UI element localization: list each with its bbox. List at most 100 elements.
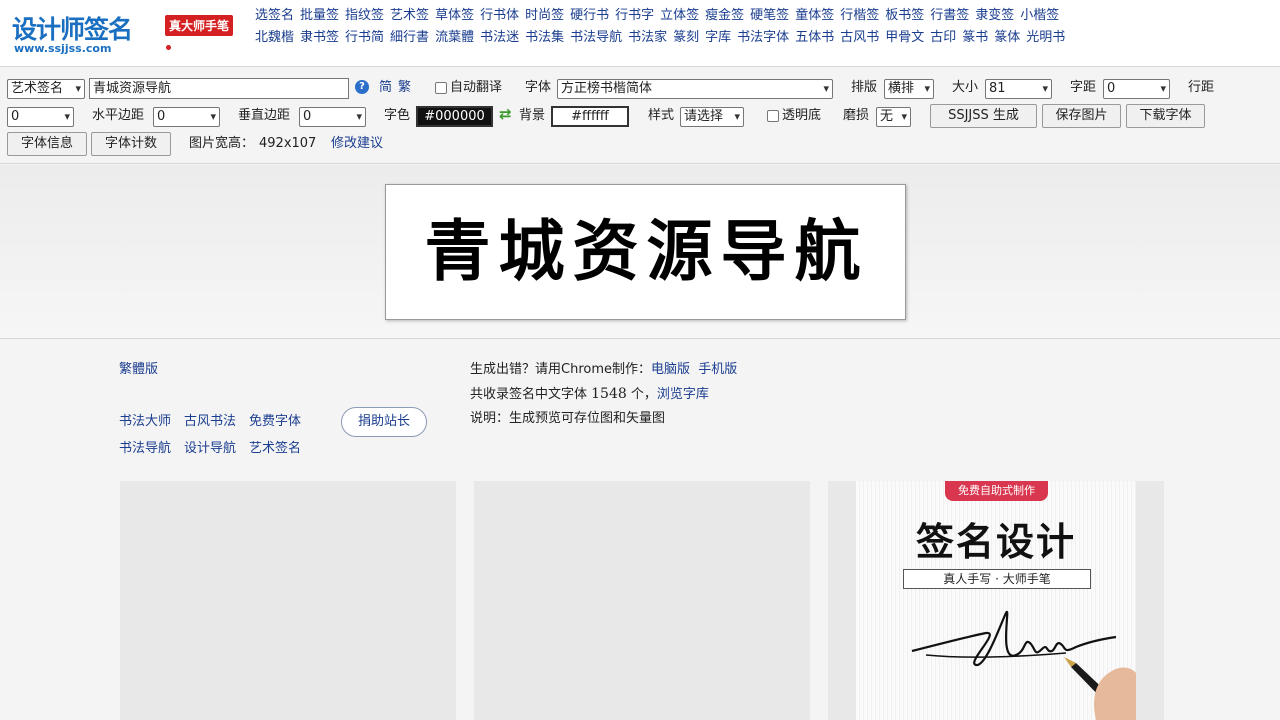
nav-link[interactable]: 草体签: [435, 5, 474, 27]
nav-link[interactable]: 細行書: [390, 27, 429, 49]
save-image-button[interactable]: 保存图片: [1042, 104, 1121, 128]
font-select[interactable]: 方正榜书楷简体: [557, 79, 833, 99]
background-color-input[interactable]: #ffffff: [551, 106, 629, 127]
quick-link[interactable]: 书法大师: [119, 414, 171, 429]
quick-link[interactable]: 免费字体: [249, 414, 301, 429]
quick-link[interactable]: 古风书法: [184, 414, 236, 429]
traditional-version-link[interactable]: 繁體版: [119, 360, 158, 380]
background-label: 背景: [519, 108, 546, 123]
nav-link[interactable]: 板书签: [885, 5, 924, 27]
signature-preview[interactable]: 青城资源导航: [385, 184, 906, 320]
text-color-input[interactable]: #000000: [416, 106, 493, 127]
mobile-version-link[interactable]: 手机版: [698, 362, 737, 377]
traditional-link[interactable]: 繁: [398, 78, 411, 98]
links-row-1: 书法大师 古风书法 免费字体: [119, 412, 314, 432]
nav-link[interactable]: 书法家: [628, 27, 667, 49]
spacing-label: 字距: [1070, 80, 1097, 95]
font-count-line: 共收录签名中文字体 1548 个，浏览字库: [470, 384, 709, 405]
hmargin-label: 水平边距: [92, 108, 145, 123]
quick-link[interactable]: 设计导航: [184, 441, 236, 456]
auto-translate-checkbox[interactable]: [435, 82, 447, 94]
hmargin-select[interactable]: 0: [153, 107, 220, 127]
spacing-select[interactable]: 0: [1103, 79, 1170, 99]
quick-link[interactable]: 书法导航: [119, 441, 171, 456]
preview-area: 青城资源导航: [0, 165, 1280, 339]
logo-text: 设计师签名: [12, 15, 133, 44]
vmargin-select[interactable]: 0: [299, 107, 366, 127]
nav-link[interactable]: 书法导航: [570, 27, 622, 49]
nav-link[interactable]: 流葉體: [435, 27, 474, 49]
nav-link[interactable]: 行书体: [480, 5, 519, 27]
nav-link[interactable]: 瘦金签: [705, 5, 744, 27]
signature-type-select[interactable]: 艺术签名: [7, 79, 85, 99]
font-count-button[interactable]: 字体计数: [91, 132, 171, 156]
ad-title: 签名设计: [915, 519, 1076, 564]
signature-design-ad[interactable]: 免费自助式制作 签名设计 真人手写 · 大师手笔: [856, 481, 1136, 720]
site-logo[interactable]: 设计师签名 真大师手笔 www.ssjjss.com: [10, 8, 246, 60]
logo-url: www.ssjjss.com: [14, 42, 112, 55]
nav-link[interactable]: 篆刻: [673, 27, 699, 49]
size-select[interactable]: 81: [985, 79, 1052, 99]
nav-link[interactable]: 隶书签: [300, 27, 339, 49]
transparent-checkbox[interactable]: [767, 110, 779, 122]
nav-link[interactable]: 书法集: [525, 27, 564, 49]
error-help-text: 生成出错？请用Chrome制作：: [470, 362, 651, 377]
nav-link[interactable]: 童体签: [795, 5, 834, 27]
nav-link[interactable]: 古风书: [840, 27, 879, 49]
nav-link[interactable]: 北魏楷: [255, 27, 294, 49]
nav-link[interactable]: 硬行书: [570, 5, 609, 27]
ad-panel-2: [474, 481, 810, 720]
download-font-button[interactable]: 下载字体: [1126, 104, 1205, 128]
nav-link[interactable]: 篆体: [994, 27, 1020, 49]
layout-label: 排版: [851, 80, 878, 95]
quick-link[interactable]: 艺术签名: [249, 441, 301, 456]
nav-link[interactable]: 艺术签: [390, 5, 429, 27]
nav-link[interactable]: 书法迷: [480, 27, 519, 49]
ad-subtitle: 真人手写 · 大师手笔: [903, 569, 1091, 589]
layout-select[interactable]: 横排: [884, 79, 934, 99]
nav-link[interactable]: 小楷签: [1020, 5, 1059, 27]
logo-dot: [166, 45, 171, 50]
nav-link[interactable]: 选签名: [255, 5, 294, 27]
desktop-version-link[interactable]: 电脑版: [651, 362, 690, 377]
nav-link[interactable]: 批量签: [300, 5, 339, 27]
donate-button[interactable]: 捐助站长: [341, 407, 427, 437]
wear-select[interactable]: 无: [876, 107, 911, 127]
nav-link[interactable]: 硬笔签: [750, 5, 789, 27]
suggest-link[interactable]: 修改建议: [331, 134, 383, 154]
text-input[interactable]: 青城资源导航: [89, 78, 349, 99]
generate-button[interactable]: SSJJSS 生成: [930, 104, 1037, 128]
nav-link[interactable]: 甲骨文: [885, 27, 924, 49]
nav-link[interactable]: 行書签: [930, 5, 969, 27]
font-count-number: 1548: [591, 386, 627, 402]
ad-ribbon: 免费自助式制作: [945, 481, 1048, 501]
nav-link[interactable]: 五体书: [795, 27, 834, 49]
help-icon[interactable]: ?: [355, 80, 369, 94]
site-header: 设计师签名 真大师手笔 www.ssjjss.com 选签名 批量签 指纹签 艺术签草…: [0, 0, 1280, 67]
browse-library-link[interactable]: 浏览字库: [657, 387, 709, 402]
nav-link[interactable]: 时尚签: [525, 5, 564, 27]
auto-translate-label: 自动翻译: [450, 80, 503, 95]
nav-link[interactable]: 行书字: [615, 5, 654, 27]
swap-colors-icon[interactable]: ⇄: [499, 104, 512, 124]
line-spacing-select[interactable]: 0: [7, 107, 74, 127]
error-help-line: 生成出错？请用Chrome制作：电脑版 手机版: [470, 360, 737, 380]
transparent-label: 透明底: [782, 108, 822, 123]
nav-link[interactable]: 字库: [705, 27, 731, 49]
simplified-link[interactable]: 简: [379, 78, 392, 98]
nav-link[interactable]: 古印: [930, 27, 956, 49]
nav-link[interactable]: 行楷签: [840, 5, 879, 27]
logo-badge: 真大师手笔: [165, 15, 234, 36]
nav-link[interactable]: 光明书: [1026, 27, 1065, 49]
font-info-button[interactable]: 字体信息: [7, 132, 87, 156]
ad-panel-1: [120, 481, 456, 720]
nav-link[interactable]: 书法字体: [737, 27, 789, 49]
nav-link[interactable]: 隶变签: [975, 5, 1014, 27]
nav-link[interactable]: 立体签: [660, 5, 699, 27]
style-select[interactable]: 请选择: [680, 107, 744, 127]
nav-row-2: 北魏楷 隶书签 行书简 細行書 流葉體 书法迷 书法集 书法导航 书法家 篆刻 字库 书法字体 五体书古…: [252, 27, 1276, 49]
text-color-label: 字色: [384, 108, 411, 123]
nav-link[interactable]: 行书简: [345, 27, 384, 49]
nav-link[interactable]: 指纹签: [345, 5, 384, 27]
nav-link[interactable]: 篆书: [962, 27, 988, 49]
